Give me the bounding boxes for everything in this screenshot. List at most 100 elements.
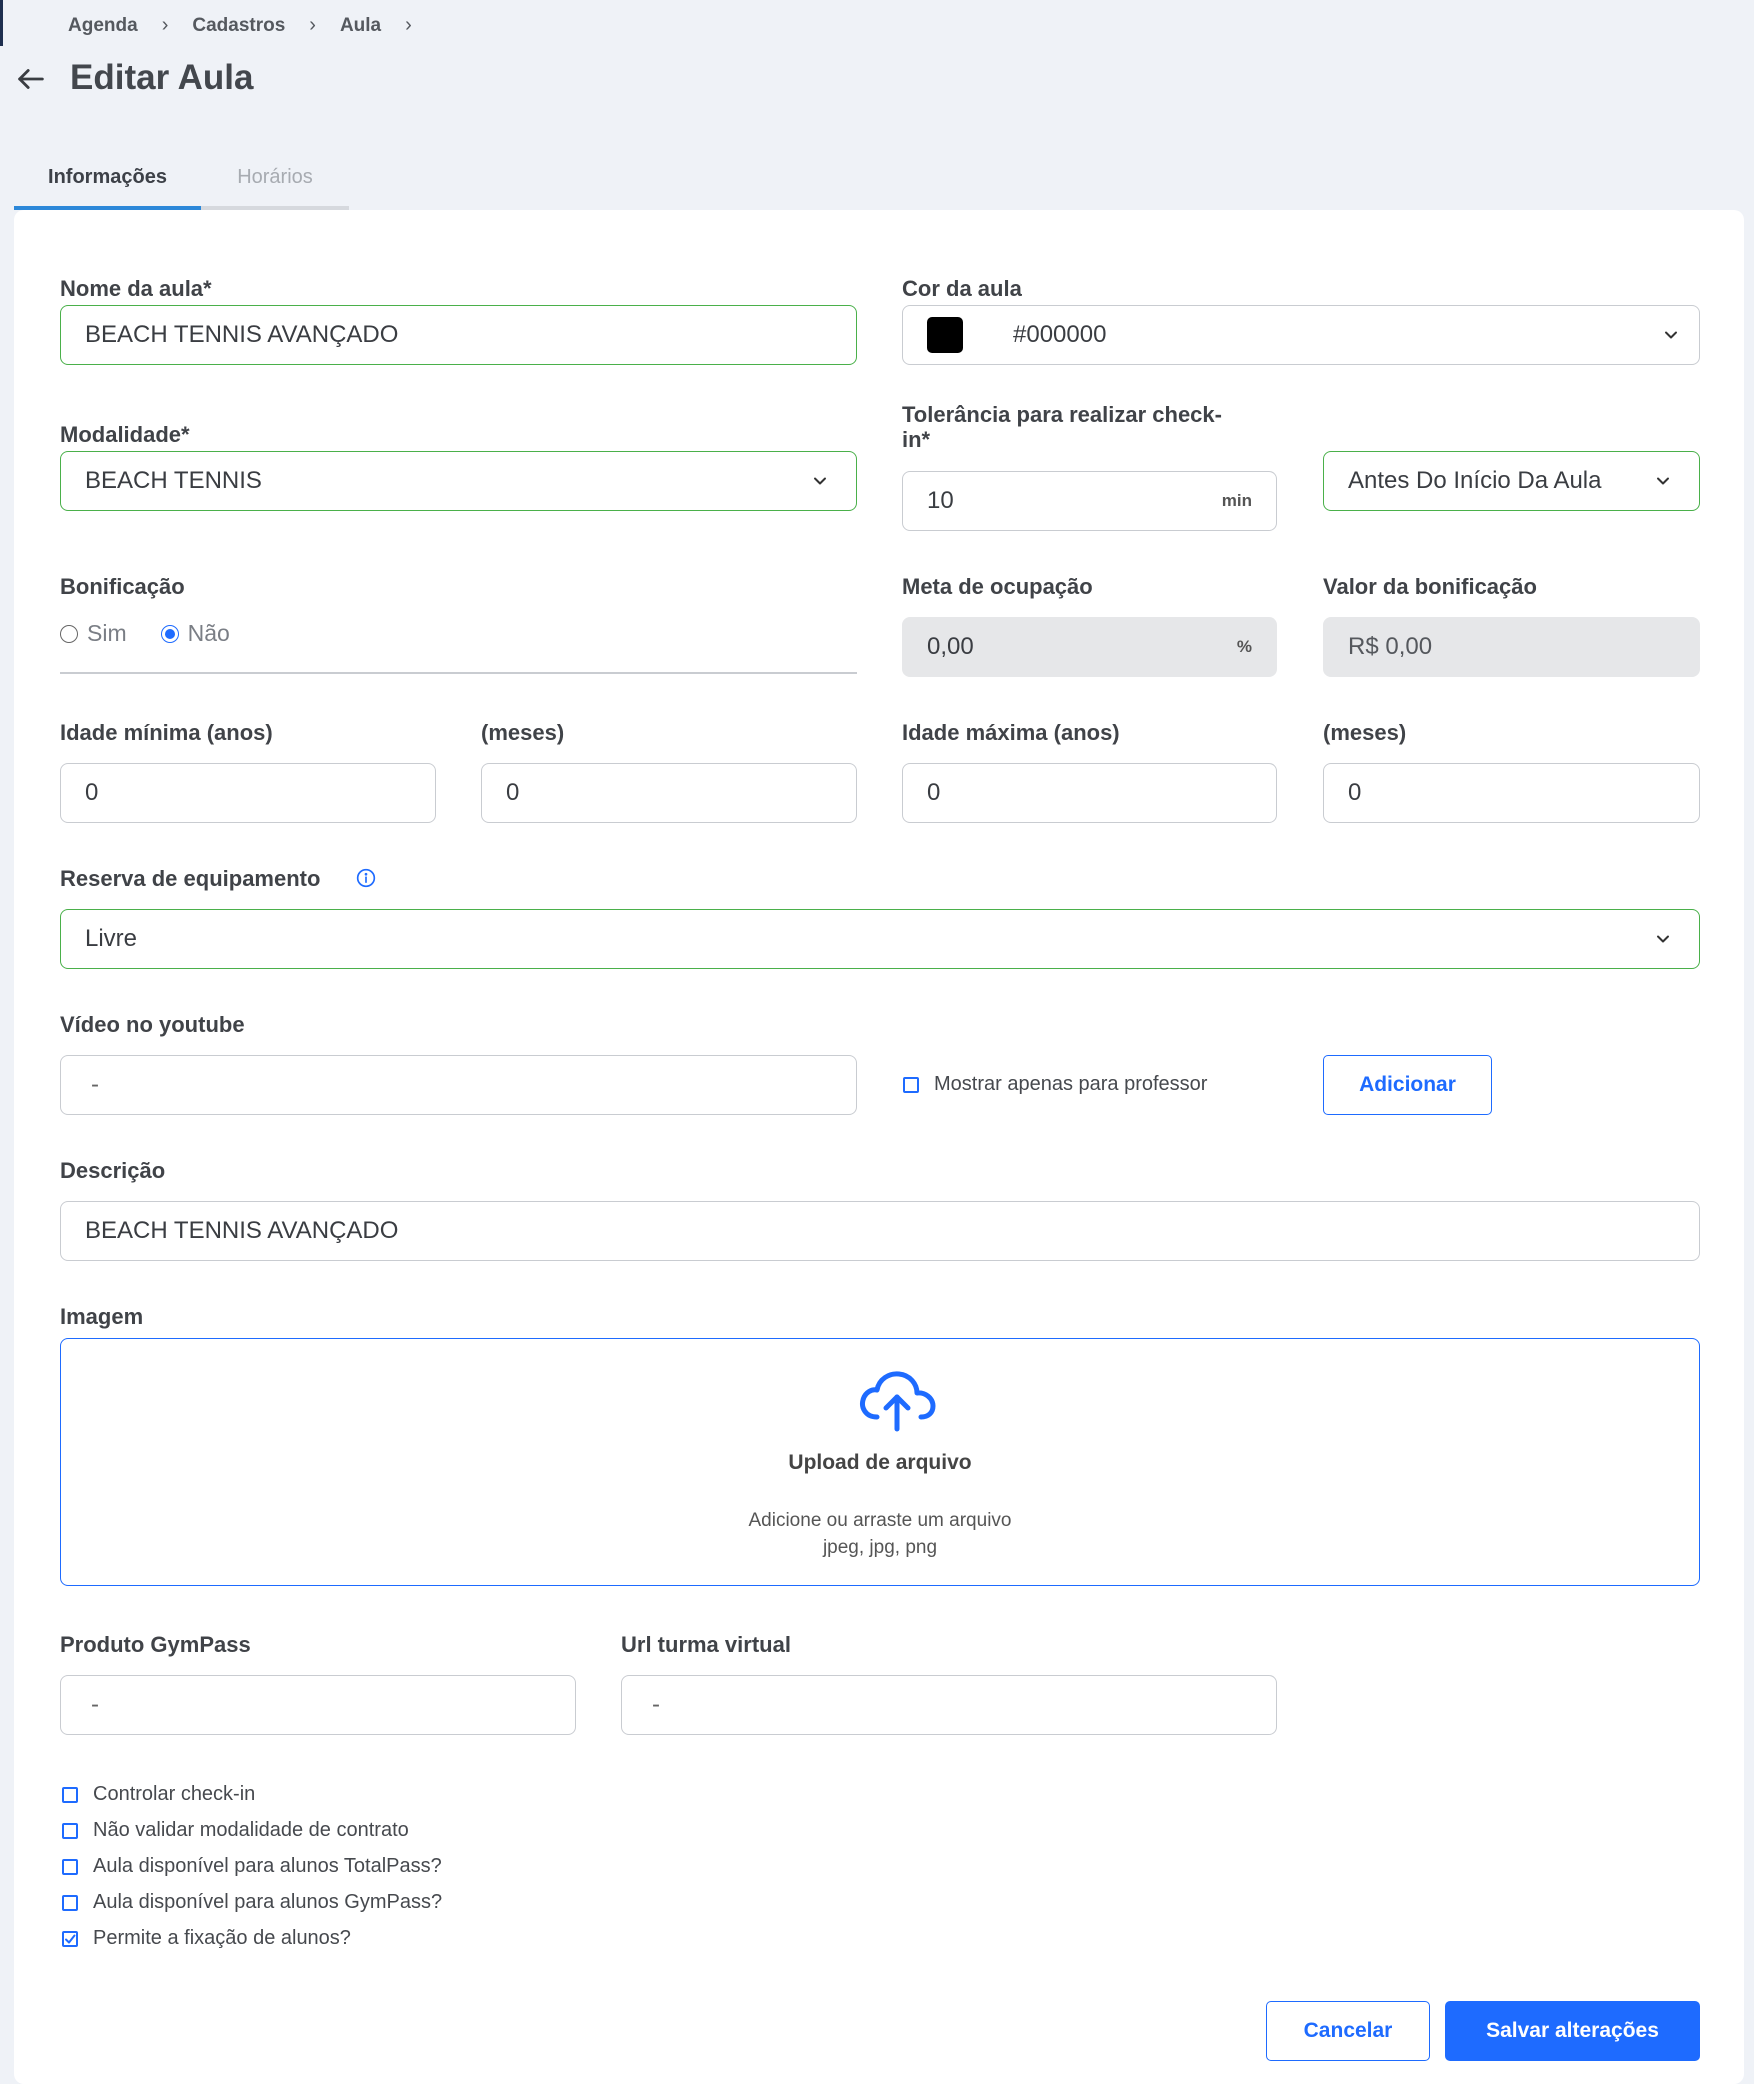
- gympass-checkbox-label: Aula disponível para alunos GymPass?: [93, 1891, 443, 1913]
- tolerancia-suffix: min: [1221, 491, 1252, 510]
- radio-nao-label: Não: [187, 620, 230, 646]
- cor-label: Cor da aula: [902, 276, 1022, 301]
- cor-select[interactable]: #000000: [902, 305, 1700, 365]
- valor-label: Valor da bonificação: [1323, 574, 1537, 599]
- controlar-checkin-checkbox[interactable]: [62, 1786, 78, 1803]
- nome-value: BEACH TENNIS AVANÇADO: [85, 321, 399, 348]
- window-edge-accent: [0, 0, 3, 46]
- bonificacao-label: Bonificação: [60, 574, 185, 599]
- checkbox-fixacao-alunos[interactable]: Permite a fixação de alunos?: [62, 1927, 351, 1950]
- idade-min-value: 0: [85, 779, 99, 806]
- video-label: Vídeo no youtube: [60, 1012, 245, 1037]
- radio-nao[interactable]: [160, 624, 179, 643]
- tolerancia-input[interactable]: 10 min: [902, 471, 1277, 531]
- tolerancia-momento-select[interactable]: Antes Do Início Da Aula: [1323, 451, 1700, 511]
- meta-suffix: %: [1236, 637, 1252, 656]
- idade-max-input[interactable]: 0: [902, 763, 1277, 823]
- video-input[interactable]: -: [60, 1055, 857, 1115]
- bonificacao-divider: [60, 672, 857, 674]
- chevron-right-icon: ›: [309, 14, 316, 36]
- meta-label: Meta de ocupação: [902, 574, 1093, 599]
- checkmark-icon: [65, 1934, 76, 1943]
- tolerancia-momento-value: Antes Do Início Da Aula: [1348, 467, 1602, 494]
- idade-min-input[interactable]: 0: [60, 763, 436, 823]
- upload-hint-line2: jpeg, jpg, png: [822, 1537, 938, 1558]
- radio-sim-label: Sim: [87, 620, 127, 646]
- reserva-label: Reserva de equipamento: [60, 866, 321, 891]
- nome-input[interactable]: BEACH TENNIS AVANÇADO: [60, 305, 857, 365]
- modalidade-label: Modalidade*: [60, 422, 190, 447]
- tab-informacoes[interactable]: Informações: [14, 148, 201, 210]
- tab-bar: Informações Horários: [14, 148, 349, 210]
- nao-validar-modalidade-checkbox[interactable]: [62, 1822, 78, 1839]
- valor-input[interactable]: R$ 0,00: [1323, 617, 1700, 677]
- breadcrumb-cadastros[interactable]: Cadastros: [192, 15, 285, 37]
- chevron-down-icon: [1665, 331, 1677, 339]
- page-title: Editar Aula: [70, 58, 254, 97]
- image-upload-dropzone[interactable]: Upload de arquivo Adicione ou arraste um…: [60, 1338, 1700, 1586]
- idade-max-meses-input[interactable]: 0: [1323, 763, 1700, 823]
- reserva-select[interactable]: Livre: [60, 909, 1700, 969]
- idade-max-meses-value: 0: [1348, 779, 1362, 806]
- checkbox-gympass[interactable]: Aula disponível para alunos GymPass?: [62, 1891, 442, 1914]
- chevron-right-icon: ›: [405, 14, 412, 36]
- gympass-checkbox[interactable]: [62, 1894, 78, 1911]
- fixacao-alunos-checkbox[interactable]: [62, 1930, 78, 1947]
- url-input[interactable]: -: [621, 1675, 1277, 1735]
- tolerancia-label-line2: in*: [902, 427, 931, 452]
- upload-title: Upload de arquivo: [788, 1451, 972, 1474]
- modalidade-value: BEACH TENNIS: [85, 467, 262, 494]
- modalidade-select[interactable]: BEACH TENNIS: [60, 451, 857, 511]
- tolerancia-label-line1: Tolerância para realizar check-: [902, 402, 1222, 427]
- video-value: -: [91, 1071, 99, 1098]
- imagem-label: Imagem: [60, 1304, 144, 1329]
- upload-hint-line1: Adicione ou arraste um arquivo: [748, 1510, 1012, 1531]
- idade-max-label: Idade máxima (anos): [902, 720, 1120, 745]
- form-card: Nome da aula* BEACH TENNIS AVANÇADO Cor …: [14, 210, 1744, 2084]
- tab-horarios[interactable]: Horários: [201, 148, 349, 210]
- chevron-down-icon: [1657, 477, 1669, 485]
- totalpass-checkbox[interactable]: [62, 1858, 78, 1875]
- url-label: Url turma virtual: [621, 1632, 791, 1657]
- idade-min-meses-label: (meses): [481, 720, 565, 745]
- chevron-down-icon: [814, 477, 826, 485]
- fixacao-alunos-label: Permite a fixação de alunos?: [93, 1927, 351, 1949]
- breadcrumb-agenda[interactable]: Agenda: [68, 15, 138, 37]
- mostrar-professor-checkbox[interactable]: [903, 1076, 919, 1093]
- controlar-checkin-label: Controlar check-in: [93, 1783, 256, 1805]
- radio-sim[interactable]: [60, 624, 78, 643]
- save-button[interactable]: Salvar alterações: [1445, 2001, 1700, 2061]
- nome-label: Nome da aula*: [60, 276, 212, 301]
- mostrar-professor-checkbox-row[interactable]: Mostrar apenas para professor: [903, 1073, 1207, 1096]
- mostrar-professor-label: Mostrar apenas para professor: [934, 1073, 1208, 1095]
- totalpass-label: Aula disponível para alunos TotalPass?: [93, 1855, 442, 1877]
- bonificacao-radio-group: Sim Não: [60, 620, 230, 647]
- checkbox-totalpass[interactable]: Aula disponível para alunos TotalPass?: [62, 1855, 442, 1878]
- chevron-down-icon: [1657, 935, 1669, 943]
- idade-min-label: Idade mínima (anos): [60, 720, 273, 745]
- info-icon[interactable]: [356, 868, 376, 888]
- checkbox-controlar-checkin[interactable]: Controlar check-in: [62, 1783, 255, 1806]
- descricao-label: Descrição: [60, 1158, 166, 1183]
- chevron-right-icon: ›: [161, 14, 169, 36]
- checkbox-nao-validar-modalidade[interactable]: Não validar modalidade de contrato: [62, 1819, 409, 1842]
- tolerancia-value: 10: [927, 487, 954, 514]
- color-swatch: [927, 317, 963, 353]
- descricao-input[interactable]: BEACH TENNIS AVANÇADO: [60, 1201, 1700, 1261]
- idade-max-meses-label: (meses): [1323, 720, 1407, 745]
- gympass-input[interactable]: -: [60, 1675, 576, 1735]
- valor-value: R$ 0,00: [1348, 633, 1433, 660]
- idade-max-value: 0: [927, 779, 941, 806]
- breadcrumb: Agenda › Cadastros › Aula ›: [68, 14, 436, 37]
- cor-value: #000000: [1013, 321, 1107, 348]
- meta-input[interactable]: 0,00 %: [902, 617, 1277, 677]
- idade-min-meses-input[interactable]: 0: [481, 763, 857, 823]
- nao-validar-modalidade-label: Não validar modalidade de contrato: [93, 1819, 409, 1841]
- cancel-button[interactable]: Cancelar: [1266, 2001, 1430, 2061]
- descricao-value: BEACH TENNIS AVANÇADO: [85, 1217, 399, 1244]
- adicionar-button[interactable]: Adicionar: [1323, 1055, 1492, 1115]
- gympass-value: -: [91, 1691, 99, 1718]
- breadcrumb-aula[interactable]: Aula: [340, 15, 381, 37]
- back-arrow-icon[interactable]: [14, 62, 48, 96]
- meta-value: 0,00: [927, 633, 974, 660]
